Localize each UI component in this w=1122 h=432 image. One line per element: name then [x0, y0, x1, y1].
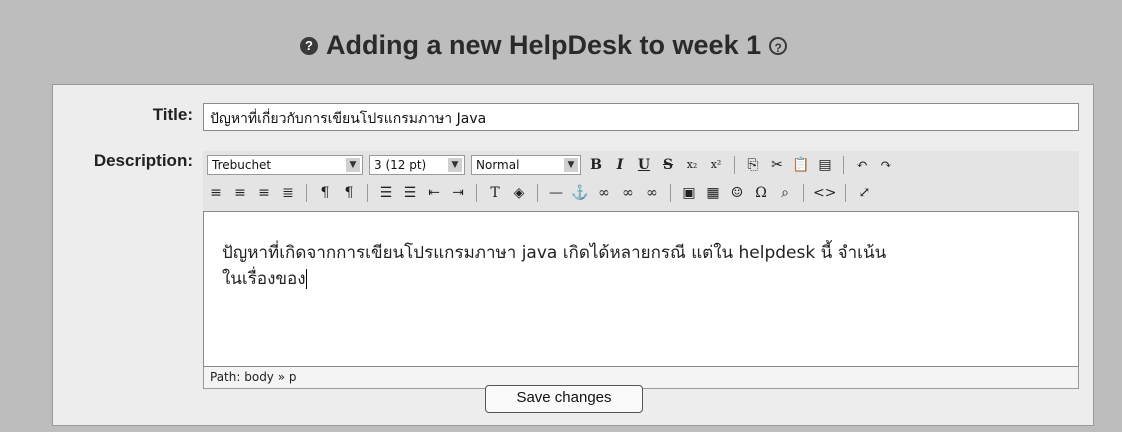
text-color-icon[interactable]: T	[486, 184, 504, 202]
superscript-icon[interactable]: x²	[707, 156, 725, 174]
hr-icon[interactable]: —	[547, 184, 565, 202]
ltr-icon[interactable]: ¶	[316, 184, 334, 202]
toolbar-row-1: Trebuchet ▼ 3 (12 pt) ▼ Normal ▼ B I U S	[203, 151, 1079, 179]
toolbar-separator	[734, 156, 735, 174]
cut-icon[interactable]: ✂	[768, 156, 786, 174]
chevron-down-icon[interactable]: ▼	[346, 158, 360, 172]
align-left-icon[interactable]: ≡	[207, 184, 225, 202]
search-replace-icon[interactable]: ⌕	[776, 184, 794, 202]
rtl-icon[interactable]: ¶	[340, 184, 358, 202]
save-button[interactable]: Save changes	[485, 385, 643, 413]
chevron-down-icon[interactable]: ▼	[448, 158, 462, 172]
smiley-icon[interactable]: ☺	[728, 184, 746, 202]
image-icon[interactable]: ▣	[680, 184, 698, 202]
content-line-1: ปัญหาที่เกิดจากการเขียนโปรแกรมภาษา java …	[222, 243, 887, 263]
path-label: Path:	[210, 370, 241, 384]
help-icon[interactable]: ?	[769, 36, 788, 55]
toolbar-separator	[845, 184, 847, 202]
unlink-icon[interactable]: ∞	[619, 184, 637, 202]
link-icon[interactable]: ∞	[595, 184, 613, 202]
toolbar-separator	[306, 184, 307, 202]
strikethrough-icon[interactable]: S	[659, 156, 677, 174]
copy-icon[interactable]: ⎘	[744, 156, 762, 174]
description-editor: Trebuchet ▼ 3 (12 pt) ▼ Normal ▼ B I U S	[203, 151, 1079, 395]
align-center-icon[interactable]: ≡	[231, 184, 249, 202]
page: ? Adding a new HelpDesk to week 1 ? Titl…	[0, 0, 1122, 432]
special-char-icon[interactable]: Ω	[752, 184, 770, 202]
table-icon[interactable]: ▦	[704, 184, 722, 202]
font-family-value: Trebuchet	[212, 158, 272, 172]
bold-icon[interactable]: B	[587, 156, 605, 174]
editor-content[interactable]: ปัญหาที่เกิดจากการเขียนโปรแกรมภาษา java …	[203, 211, 1079, 367]
anchor-icon[interactable]: ⚓	[571, 184, 589, 202]
toolbar-separator	[803, 184, 804, 202]
subscript-icon[interactable]: x₂	[683, 156, 701, 174]
paste-word-icon[interactable]: ▤	[816, 156, 834, 174]
outdent-icon[interactable]: ⇤	[425, 184, 443, 202]
question-icon: ?	[300, 36, 318, 55]
format-select[interactable]: Normal ▼	[471, 155, 581, 175]
form-panel: Title: ปัญหาที่เกี่ยวกับการเขียนโปรแกรมภ…	[52, 84, 1094, 426]
format-value: Normal	[476, 158, 520, 172]
paste-icon[interactable]: 📋	[792, 156, 810, 174]
toolbar-separator	[537, 184, 538, 202]
content-line-2-text: ในเรื่องของ	[222, 269, 306, 289]
justify-icon[interactable]: ≣	[279, 184, 297, 202]
content-line-2: ในเรื่องของ	[222, 266, 1066, 292]
redo-icon[interactable]: ↷	[877, 156, 895, 174]
undo-icon[interactable]: ↶	[853, 156, 871, 174]
fullscreen-icon[interactable]: ⤢	[855, 184, 873, 202]
underline-icon[interactable]: U	[635, 156, 653, 174]
toolbar-separator	[843, 156, 844, 174]
html-source-icon[interactable]: <>	[813, 184, 836, 202]
chevron-down-icon[interactable]: ▼	[564, 158, 578, 172]
toolbar-separator	[670, 184, 671, 202]
description-label: Description:	[93, 151, 193, 170]
text-caret	[305, 269, 307, 289]
nolink-icon[interactable]: ∞	[643, 184, 661, 202]
toolbar-separator	[476, 184, 477, 202]
font-family-select[interactable]: Trebuchet ▼	[207, 155, 363, 175]
title-input[interactable]: ปัญหาที่เกี่ยวกับการเขียนโปรแกรมภาษา Jav…	[203, 103, 1079, 131]
font-size-select[interactable]: 3 (12 pt) ▼	[369, 155, 465, 175]
toolbar-row-2: ≡ ≡ ≡ ≣ ¶ ¶ ☰ ☰ ⇤ ⇥ T ◈ — ⚓ ∞ ∞ ∞ ▣ ▦ ☺ …	[203, 179, 1079, 207]
ordered-list-icon[interactable]: ☰	[377, 184, 395, 202]
font-size-value: 3 (12 pt)	[374, 158, 427, 172]
italic-icon[interactable]: I	[611, 156, 629, 174]
bg-color-icon[interactable]: ◈	[510, 184, 528, 202]
toolbar-separator	[367, 184, 368, 202]
page-title: Adding a new HelpDesk to week 1	[326, 30, 762, 60]
editor-toolbar: Trebuchet ▼ 3 (12 pt) ▼ Normal ▼ B I U S	[203, 151, 1079, 211]
align-right-icon[interactable]: ≡	[255, 184, 273, 202]
unordered-list-icon[interactable]: ☰	[401, 184, 419, 202]
path-value[interactable]: body » p	[244, 370, 296, 384]
title-label: Title:	[152, 105, 193, 124]
indent-icon[interactable]: ⇥	[449, 184, 467, 202]
page-heading: ? Adding a new HelpDesk to week 1 ?	[300, 30, 788, 61]
